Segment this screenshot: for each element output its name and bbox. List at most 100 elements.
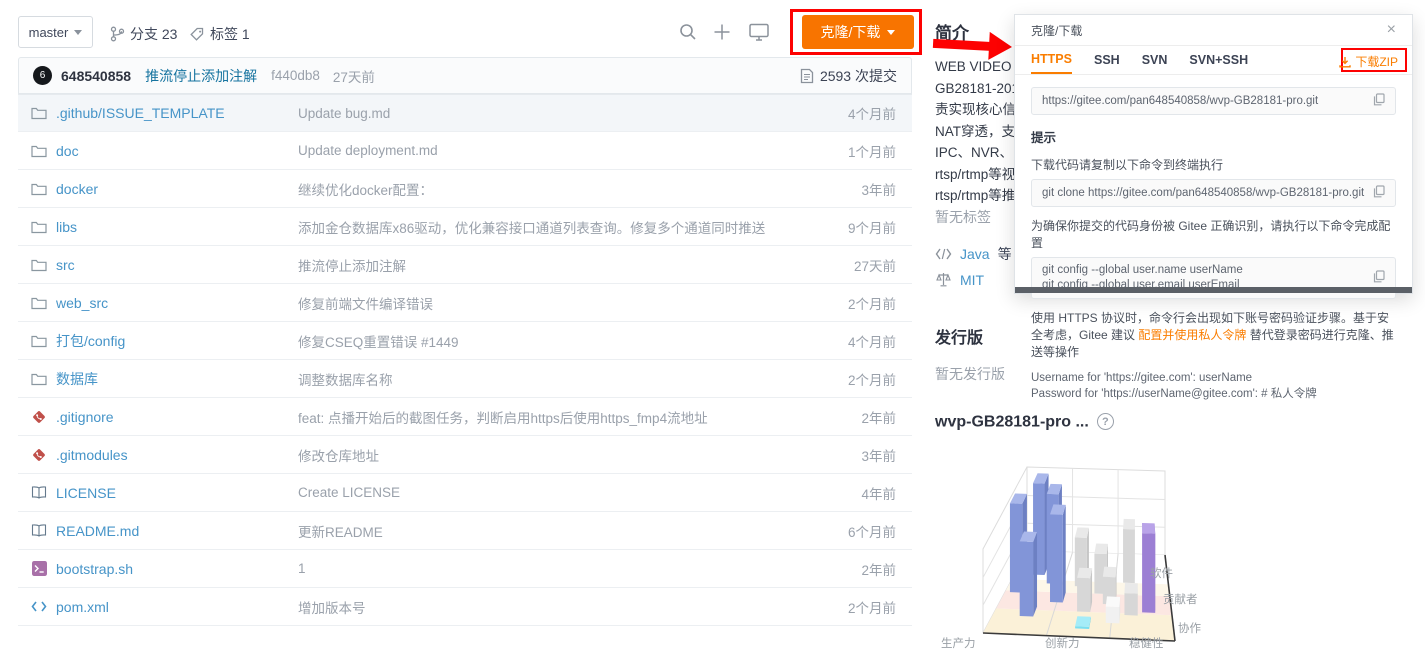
file-commit-time: 1个月前 bbox=[848, 141, 912, 161]
file-name-link[interactable]: .gitignore bbox=[56, 409, 114, 425]
file-commit-message[interactable]: 修复CSEQ重置错误 #1449 bbox=[298, 331, 459, 351]
folder-icon bbox=[30, 144, 48, 158]
chart-axis-label: 稳健性 bbox=[1129, 636, 1164, 649]
file-commit-message[interactable]: 1 bbox=[298, 561, 306, 576]
file-commit-message[interactable]: 调整数据库名称 bbox=[298, 369, 393, 389]
file-row[interactable]: .github/ISSUE_TEMPLATEUpdate bug.md4个月前 bbox=[18, 94, 912, 132]
file-commit-time: 2个月前 bbox=[848, 293, 912, 313]
file-row[interactable]: src推流停止添加注解27天前 bbox=[18, 246, 912, 284]
repo-description-line: WEB VIDEO PLATFORM bbox=[935, 56, 1014, 78]
language-link[interactable]: Java bbox=[960, 246, 990, 262]
clone-download-label: 克隆/下载 bbox=[821, 22, 881, 42]
file-name-link[interactable]: LICENSE bbox=[56, 485, 116, 501]
file-commit-time: 2年前 bbox=[861, 407, 912, 427]
folder-icon bbox=[30, 334, 48, 348]
tags-link[interactable]: 标签 1 bbox=[190, 24, 250, 44]
tab-ssh[interactable]: SSH bbox=[1094, 46, 1120, 74]
download-icon bbox=[1339, 56, 1351, 68]
commit-author[interactable]: 648540858 bbox=[61, 68, 131, 84]
tip-config-text: 为确保你提交的代码身份被 Gitee 正确识别，请执行以下命令完成配置 bbox=[1031, 217, 1396, 251]
code-icon bbox=[30, 600, 48, 613]
file-row[interactable]: README.md 更新README 6个月前 bbox=[18, 512, 912, 550]
tags-label: 标签 1 bbox=[210, 24, 250, 44]
file-commit-message[interactable]: Create LICENSE bbox=[298, 485, 400, 500]
tab-svn+ssh[interactable]: SVN+SSH bbox=[1189, 46, 1248, 74]
plus-icon[interactable] bbox=[713, 23, 731, 46]
branch-selector-label: master bbox=[29, 25, 69, 40]
file-commit-message[interactable]: Update bug.md bbox=[298, 106, 390, 121]
license-link[interactable]: MIT bbox=[960, 272, 984, 288]
file-commit-message[interactable]: 修复前端文件编译错误 bbox=[298, 293, 433, 313]
folder-icon bbox=[30, 372, 48, 386]
git-clone-command[interactable]: git clone https://gitee.com/pan648540858… bbox=[1031, 179, 1396, 207]
file-row[interactable]: bootstrap.sh 1 2年前 bbox=[18, 550, 912, 588]
repo-description-line: rtsp/rtmp等视频流转 bbox=[935, 164, 1014, 186]
help-icon[interactable]: ? bbox=[1097, 413, 1114, 430]
repo-description-line: GB28181-2016标准的 bbox=[935, 78, 1014, 100]
file-row[interactable]: web_src 修复前端文件编译错误 2个月前 bbox=[18, 284, 912, 322]
tab-https[interactable]: HTTPS bbox=[1031, 46, 1072, 74]
file-row[interactable]: docker继续优化docker配置：3年前 bbox=[18, 170, 912, 208]
clone-modal: 克隆/下载 × HTTPSSSHSVNSVN+SSH 下载ZIP https:/… bbox=[1014, 14, 1413, 294]
shell-icon bbox=[30, 561, 48, 576]
chart-axis-label: 协作 bbox=[1178, 621, 1201, 635]
commits-count-link[interactable]: 2593 次提交 bbox=[800, 66, 897, 86]
file-commit-time: 2年前 bbox=[861, 559, 912, 579]
file-row[interactable]: .gitignore feat: 点播开始后的截图任务，判断启用https后使用h… bbox=[18, 398, 912, 436]
file-name-link[interactable]: libs bbox=[56, 219, 77, 235]
commit-message-link[interactable]: 推流停止添加注解 bbox=[145, 66, 257, 86]
file-commit-message[interactable]: 更新README bbox=[298, 521, 383, 541]
tab-svn[interactable]: SVN bbox=[1142, 46, 1168, 74]
file-name-link[interactable]: bootstrap.sh bbox=[56, 561, 133, 577]
file-name-link[interactable]: README.md bbox=[56, 523, 139, 539]
file-commit-message[interactable]: 增加版本号 bbox=[298, 597, 366, 617]
file-name-link[interactable]: .github/ISSUE_TEMPLATE bbox=[56, 105, 225, 121]
file-commit-message[interactable]: feat: 点播开始后的截图任务，判断启用https后使用https_fmp4流… bbox=[298, 407, 708, 427]
chart-shape bbox=[1033, 532, 1037, 617]
file-commit-time: 6个月前 bbox=[848, 521, 912, 541]
file-commit-message[interactable]: 推流停止添加注解 bbox=[298, 255, 406, 275]
search-icon[interactable] bbox=[679, 23, 697, 46]
branch-selector[interactable]: master bbox=[18, 16, 93, 48]
https-note: 使用 HTTPS 协议时，命令行会出现如下账号密码验证步骤。基于安全考虑，Git… bbox=[1031, 310, 1396, 361]
avatar[interactable]: 6 bbox=[33, 66, 52, 85]
clone-url-field[interactable]: https://gitee.com/pan648540858/wvp-GB281… bbox=[1031, 87, 1396, 115]
file-row[interactable]: LICENSECreate LICENSE4年前 bbox=[18, 474, 912, 512]
download-zip-button[interactable]: 下载ZIP bbox=[1335, 51, 1402, 72]
file-row[interactable]: 数据库调整数据库名称2个月前 bbox=[18, 360, 912, 398]
file-name-link[interactable]: pom.xml bbox=[56, 599, 109, 615]
clone-download-button[interactable]: 克隆/下载 bbox=[802, 15, 914, 49]
file-row[interactable]: libs 添加金仓数据库x86驱动，优化兼容接口通道列表查询。修复多个通道同时推送… bbox=[18, 208, 912, 246]
personal-token-link[interactable]: 配置并使用私人令牌 bbox=[1138, 328, 1246, 342]
file-name-link[interactable]: .gitmodules bbox=[56, 447, 128, 463]
file-name-link[interactable]: 打包/config bbox=[56, 331, 125, 351]
copy-icon[interactable] bbox=[1373, 185, 1385, 201]
file-name-link[interactable]: 数据库 bbox=[56, 369, 98, 389]
file-name-link[interactable]: doc bbox=[56, 143, 79, 159]
eval-title: wvp-GB28181-pro ... bbox=[935, 414, 1089, 431]
modal-scrollbar[interactable] bbox=[1015, 287, 1412, 293]
close-icon[interactable]: × bbox=[1387, 22, 1396, 38]
eval-title-row: wvp-GB28181-pro ...? bbox=[935, 413, 1114, 432]
file-row[interactable]: doc Update deployment.md 1个月前 bbox=[18, 132, 912, 170]
latest-commit-bar: 6 648540858 推流停止添加注解 f440db8 27天前 2593 次… bbox=[18, 57, 912, 94]
copy-icon[interactable] bbox=[1373, 93, 1385, 109]
file-commit-message[interactable]: 继续优化docker配置： bbox=[298, 179, 433, 199]
file-name-link[interactable]: web_src bbox=[56, 295, 108, 311]
file-row[interactable]: pom.xml增加版本号2个月前 bbox=[18, 588, 912, 626]
file-commit-message[interactable]: Update deployment.md bbox=[298, 143, 438, 158]
monitor-icon[interactable] bbox=[749, 23, 769, 46]
folder-icon bbox=[30, 296, 48, 310]
file-row[interactable]: .gitmodules修改仓库地址3年前 bbox=[18, 436, 912, 474]
branches-link[interactable]: 分支 23 bbox=[110, 24, 177, 44]
chart-shape bbox=[1077, 568, 1092, 579]
file-commit-message[interactable]: 添加金仓数据库x86驱动，优化兼容接口通道列表查询。修复多个通道同时推送 bbox=[298, 217, 765, 237]
code-icon bbox=[935, 248, 952, 260]
file-name-link[interactable]: docker bbox=[56, 181, 98, 197]
chart-shape bbox=[1142, 523, 1155, 534]
copy-icon[interactable] bbox=[1373, 270, 1385, 286]
file-name-link[interactable]: src bbox=[56, 257, 75, 273]
file-row[interactable]: 打包/config修复CSEQ重置错误 #14494个月前 bbox=[18, 322, 912, 360]
username-line: Username for 'https://gitee.com': userNa… bbox=[1031, 370, 1396, 386]
file-commit-message[interactable]: 修改仓库地址 bbox=[298, 445, 379, 465]
